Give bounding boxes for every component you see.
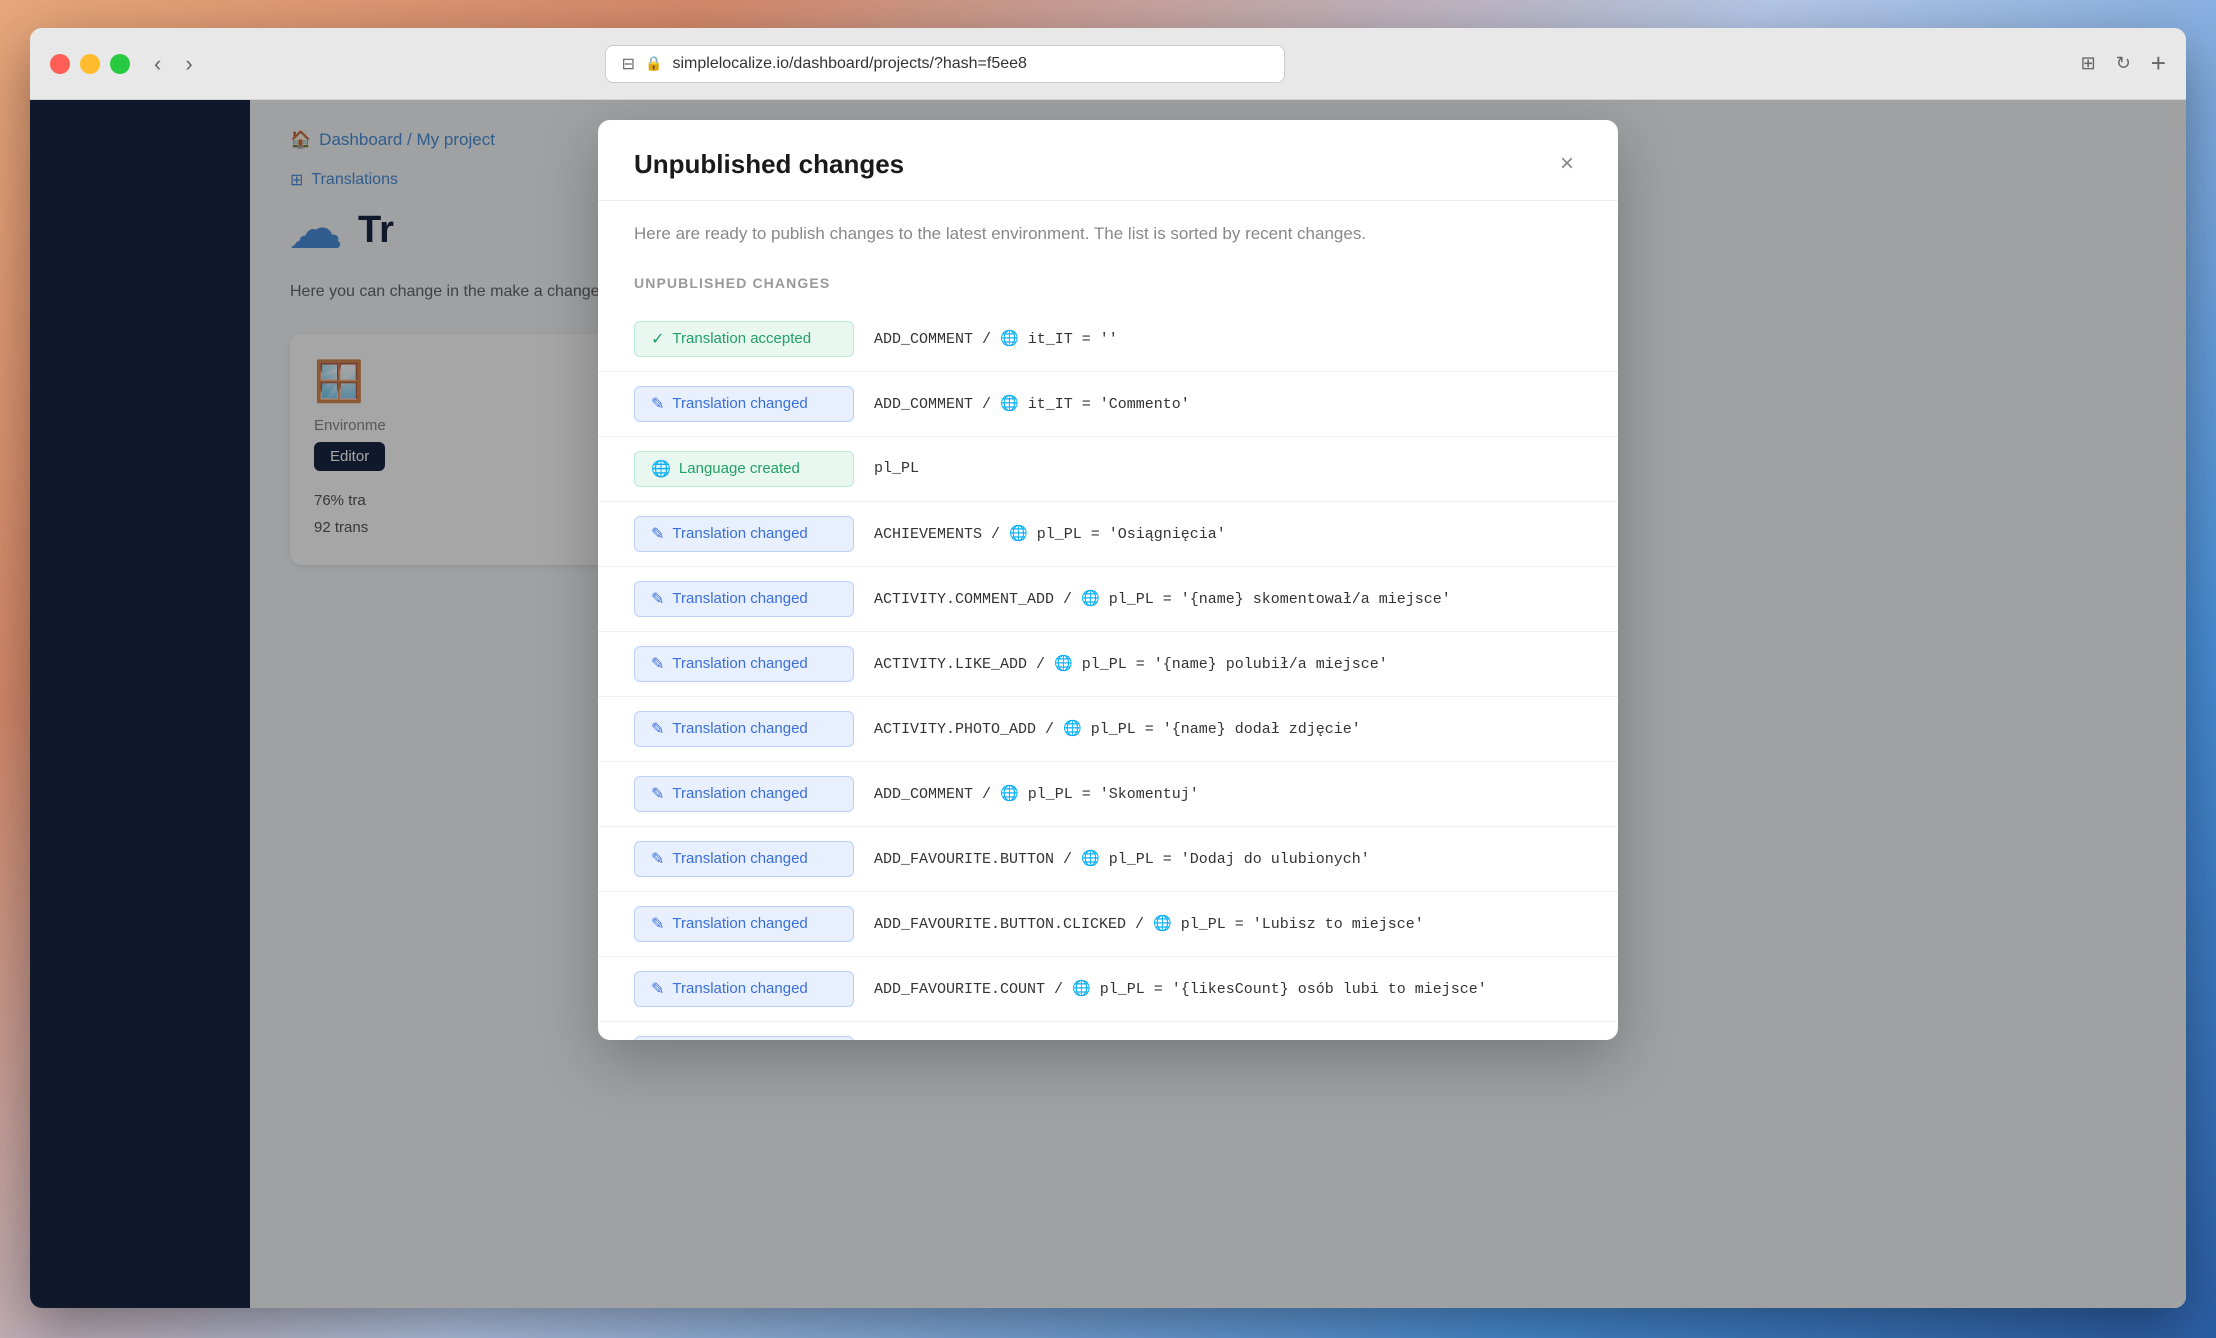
change-detail-1: ADD_COMMENT / 🌐 it_IT = 'Commento' xyxy=(874,394,1190,413)
badge-icon-0: ✓ xyxy=(651,329,664,349)
change-badge-7: ✎ Translation changed xyxy=(634,776,854,812)
translate-button[interactable]: ⊞ xyxy=(2077,49,2100,78)
badge-label-9: Translation changed xyxy=(672,915,807,932)
modal-section-label: UNPUBLISHED CHANGES xyxy=(598,267,1618,307)
new-tab-button[interactable]: + xyxy=(2151,48,2166,79)
reload-button[interactable]: ↻ xyxy=(2112,49,2135,78)
nav-buttons: ‹ › xyxy=(146,47,201,81)
badge-icon-2: 🌐 xyxy=(651,459,671,479)
badge-icon-5: ✎ xyxy=(651,654,664,674)
change-detail-6: ACTIVITY.PHOTO_ADD / 🌐 pl_PL = '{name} d… xyxy=(874,719,1361,738)
modal-title: Unpublished changes xyxy=(634,149,904,180)
badge-icon-6: ✎ xyxy=(651,719,664,739)
badge-label-10: Translation changed xyxy=(672,980,807,997)
change-badge-6: ✎ Translation changed xyxy=(634,711,854,747)
change-badge-8: ✎ Translation changed xyxy=(634,841,854,877)
maximize-window-button[interactable] xyxy=(110,54,130,74)
change-row: ✎ Translation changed ALL_RIGHTS_RESERVE… xyxy=(598,1022,1618,1041)
change-row: ✎ Translation changed ADD_FAVOURITE.BUTT… xyxy=(598,827,1618,892)
change-badge-9: ✎ Translation changed xyxy=(634,906,854,942)
change-badge-5: ✎ Translation changed xyxy=(634,646,854,682)
modal-overlay: Unpublished changes × Here are ready to … xyxy=(30,100,2186,1308)
change-badge-11: ✎ Translation changed xyxy=(634,1036,854,1041)
traffic-lights xyxy=(50,54,130,74)
modal-close-button[interactable]: × xyxy=(1552,148,1582,180)
change-badge-10: ✎ Translation changed xyxy=(634,971,854,1007)
change-detail-2: pl_PL xyxy=(874,460,919,477)
change-detail-9: ADD_FAVOURITE.BUTTON.CLICKED / 🌐 pl_PL =… xyxy=(874,914,1424,933)
browser-toolbar: ‹ › ⊟ 🔒 simplelocalize.io/dashboard/proj… xyxy=(30,28,2186,100)
change-row: ✎ Translation changed ADD_COMMENT / 🌐 it… xyxy=(598,372,1618,437)
change-detail-7: ADD_COMMENT / 🌐 pl_PL = 'Skomentuj' xyxy=(874,784,1199,803)
badge-icon-9: ✎ xyxy=(651,914,664,934)
badge-label-6: Translation changed xyxy=(672,720,807,737)
badge-label-0: Translation accepted xyxy=(672,330,811,347)
change-badge-0: ✓ Translation accepted xyxy=(634,321,854,357)
change-row: ✎ Translation changed ADD_COMMENT / 🌐 pl… xyxy=(598,762,1618,827)
badge-label-8: Translation changed xyxy=(672,850,807,867)
modal-changes-list: ✓ Translation accepted ADD_COMMENT / 🌐 i… xyxy=(598,307,1618,1041)
change-badge-3: ✎ Translation changed xyxy=(634,516,854,552)
change-badge-2: 🌐 Language created xyxy=(634,451,854,487)
change-detail-8: ADD_FAVOURITE.BUTTON / 🌐 pl_PL = 'Dodaj … xyxy=(874,849,1370,868)
change-detail-3: ACHIEVEMENTS / 🌐 pl_PL = 'Osiągnięcia' xyxy=(874,524,1226,543)
lock-icon: 🔒 xyxy=(645,55,662,72)
badge-label-3: Translation changed xyxy=(672,525,807,542)
badge-label-5: Translation changed xyxy=(672,655,807,672)
modal-subtitle: Here are ready to publish changes to the… xyxy=(598,201,1618,267)
badge-icon-1: ✎ xyxy=(651,394,664,414)
change-detail-5: ACTIVITY.LIKE_ADD / 🌐 pl_PL = '{name} po… xyxy=(874,654,1388,673)
modal-dialog: Unpublished changes × Here are ready to … xyxy=(598,120,1618,1040)
change-badge-4: ✎ Translation changed xyxy=(634,581,854,617)
page-content: 🏠 Dashboard / My project ⊞ Translations … xyxy=(30,100,2186,1308)
badge-label-7: Translation changed xyxy=(672,785,807,802)
tab-icon: ⊟ xyxy=(622,54,635,74)
minimize-window-button[interactable] xyxy=(80,54,100,74)
badge-icon-10: ✎ xyxy=(651,979,664,999)
badge-label-1: Translation changed xyxy=(672,395,807,412)
change-detail-10: ADD_FAVOURITE.COUNT / 🌐 pl_PL = '{likesC… xyxy=(874,979,1487,998)
change-detail-0: ADD_COMMENT / 🌐 it_IT = '' xyxy=(874,329,1118,348)
back-button[interactable]: ‹ xyxy=(146,47,169,81)
change-row: ✎ Translation changed ACHIEVEMENTS / 🌐 p… xyxy=(598,502,1618,567)
change-row: ✎ Translation changed ADD_FAVOURITE.COUN… xyxy=(598,957,1618,1022)
change-row: ✎ Translation changed ADD_FAVOURITE.BUTT… xyxy=(598,892,1618,957)
badge-icon-4: ✎ xyxy=(651,589,664,609)
forward-button[interactable]: › xyxy=(177,47,200,81)
badge-icon-8: ✎ xyxy=(651,849,664,869)
badge-label-2: Language created xyxy=(679,460,800,477)
change-row: ✎ Translation changed ACTIVITY.COMMENT_A… xyxy=(598,567,1618,632)
change-badge-1: ✎ Translation changed xyxy=(634,386,854,422)
close-window-button[interactable] xyxy=(50,54,70,74)
change-detail-4: ACTIVITY.COMMENT_ADD / 🌐 pl_PL = '{name}… xyxy=(874,589,1451,608)
url-text: simplelocalize.io/dashboard/projects/?ha… xyxy=(672,55,1267,73)
badge-icon-7: ✎ xyxy=(651,784,664,804)
change-row: ✎ Translation changed ACTIVITY.LIKE_ADD … xyxy=(598,632,1618,697)
browser-window: ‹ › ⊟ 🔒 simplelocalize.io/dashboard/proj… xyxy=(30,28,2186,1308)
modal-header: Unpublished changes × xyxy=(598,120,1618,201)
badge-icon-3: ✎ xyxy=(651,524,664,544)
change-row: ✎ Translation changed ACTIVITY.PHOTO_ADD… xyxy=(598,697,1618,762)
badge-label-4: Translation changed xyxy=(672,590,807,607)
change-row: ✓ Translation accepted ADD_COMMENT / 🌐 i… xyxy=(598,307,1618,372)
address-bar[interactable]: ⊟ 🔒 simplelocalize.io/dashboard/projects… xyxy=(605,45,1285,83)
change-row: 🌐 Language created pl_PL xyxy=(598,437,1618,502)
browser-actions: ⊞ ↻ xyxy=(2077,49,2135,78)
